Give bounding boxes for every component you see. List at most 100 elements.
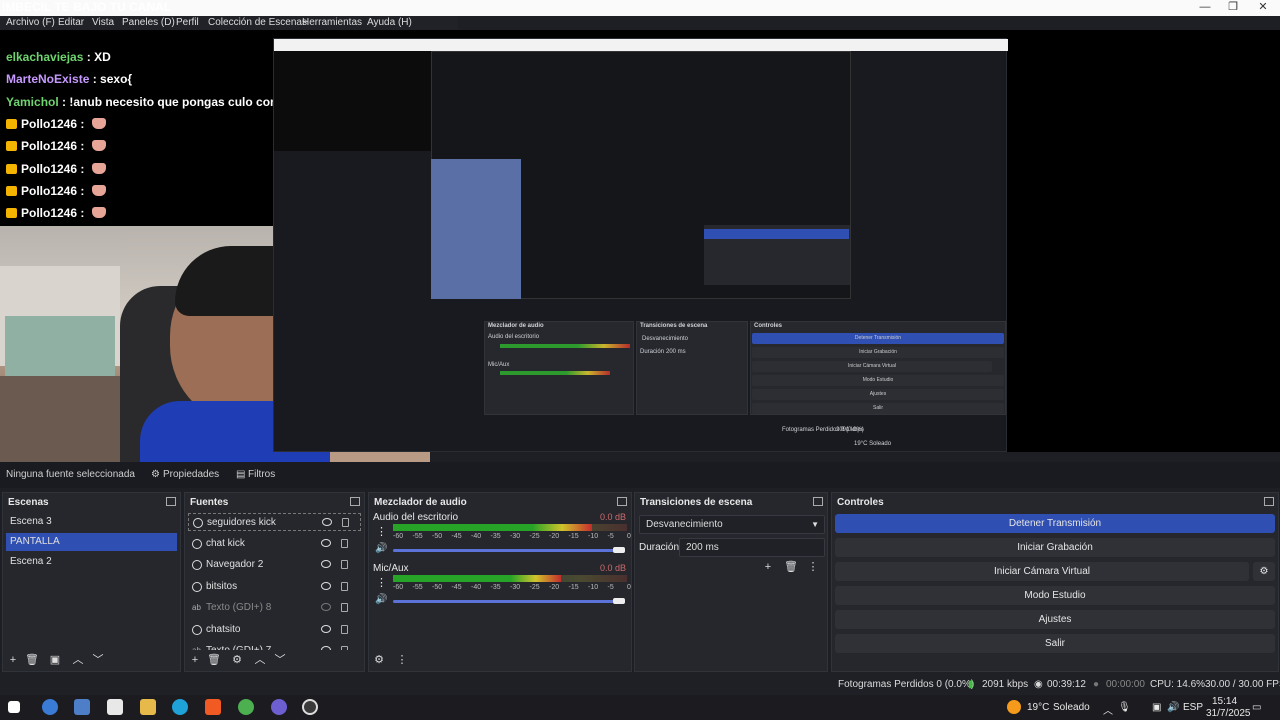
eye-icon[interactable] — [321, 624, 331, 633]
undock-icon[interactable] — [350, 497, 360, 506]
edge-icon[interactable] — [172, 699, 188, 715]
scene-escena-2[interactable]: Escena 2 — [6, 553, 177, 571]
eye-icon[interactable] — [321, 560, 331, 568]
scene-escena-3[interactable]: Escena 3 — [6, 513, 177, 531]
volume-slider[interactable] — [393, 600, 619, 603]
source-item[interactable]: Navegador 2 — [188, 556, 361, 574]
mixer-menu-icon[interactable]: ⋮ — [395, 653, 409, 667]
duration-spinbox[interactable]: 200 ms — [679, 538, 825, 557]
brave-icon[interactable] — [205, 699, 221, 715]
add-transition-icon[interactable]: + — [761, 560, 775, 574]
filters-button[interactable]: Filtros — [248, 469, 275, 480]
language-indicator[interactable]: ESP — [1183, 702, 1203, 713]
menu-coleccion-escenas[interactable]: Colección de Escenas — [208, 17, 307, 28]
volume-slider-knob[interactable] — [613, 547, 625, 553]
source-item[interactable]: chatsito — [188, 621, 361, 639]
transition-menu-icon[interactable]: ⋮ — [806, 560, 820, 574]
scale-tick-label: -30 — [510, 533, 521, 540]
source-item[interactable]: chat kick — [188, 535, 361, 553]
remove-scene-icon[interactable]: 🗑 — [25, 653, 39, 667]
chat-username: MarteNoExiste — [6, 72, 90, 86]
transition-select[interactable]: Desvanecimiento ▼ — [639, 515, 825, 534]
properties-button[interactable]: Propiedades — [163, 469, 219, 480]
chrome-icon[interactable] — [238, 699, 254, 715]
speaker-icon[interactable]: 🔊 — [375, 594, 387, 605]
source-item[interactable]: ab Texto (GDI+) 8 — [188, 599, 361, 617]
app-icon-2[interactable] — [74, 699, 90, 715]
scene-pantalla[interactable]: PANTALLA — [6, 533, 177, 551]
menu-perfil[interactable]: Perfil — [176, 17, 199, 28]
virtual-camera-settings-icon[interactable]: ⚙ — [1253, 562, 1275, 581]
lock-icon[interactable] — [341, 581, 348, 591]
emote-icon — [91, 118, 106, 129]
remove-source-icon[interactable]: 🗑 — [207, 653, 221, 667]
channel-menu-icon[interactable]: ⋮ — [376, 525, 387, 538]
add-source-icon[interactable]: + — [188, 653, 202, 667]
eye-icon[interactable] — [321, 538, 331, 547]
source-item[interactable]: seguidores kick — [188, 513, 361, 531]
stream-preview[interactable]: IMBECIL TE BAJO TU CANAL elkachaviejas :… — [0, 0, 1280, 469]
crown-badge-icon — [6, 119, 17, 129]
lock-icon[interactable] — [341, 560, 348, 569]
volume-icon[interactable]: 🔊 — [1167, 702, 1179, 713]
menu-editar[interactable]: Editar — [58, 17, 84, 28]
add-scene-icon[interactable]: + — [6, 653, 20, 667]
sources-title: Fuentes — [190, 497, 229, 508]
app-icon-3[interactable] — [271, 699, 287, 715]
eye-icon[interactable] — [322, 518, 332, 526]
advanced-audio-icon[interactable]: ⚙ — [372, 653, 386, 667]
menu-archivo[interactable]: Archivo (F) — [6, 17, 55, 28]
move-down-icon[interactable]: ﹀ — [91, 653, 105, 667]
eye-hidden-icon[interactable] — [321, 603, 331, 611]
eye-icon[interactable] — [321, 581, 331, 590]
move-up-icon[interactable]: ︿ — [71, 653, 85, 667]
notifications-icon[interactable]: ▭ — [1252, 702, 1261, 713]
volume-slider-knob[interactable] — [613, 598, 625, 604]
undock-icon[interactable] — [1264, 497, 1274, 506]
scene-label: PANTALLA — [10, 536, 60, 547]
channel-menu-icon[interactable]: ⋮ — [376, 576, 387, 589]
mic-icon[interactable]: 🎙 — [1118, 702, 1131, 713]
network-icon[interactable]: ▣ — [1152, 702, 1161, 713]
menu-ayuda[interactable]: Ayuda (H) — [367, 17, 412, 28]
scale-tick-label: -55 — [412, 584, 423, 591]
browser-icon — [192, 581, 202, 592]
tray-chevron-icon[interactable]: ︿ — [1103, 702, 1113, 717]
obs-icon[interactable] — [302, 699, 318, 715]
lock-icon[interactable] — [341, 603, 348, 612]
studio-mode-button[interactable]: Modo Estudio — [835, 586, 1275, 605]
lock-icon[interactable] — [341, 538, 348, 548]
start-recording-button[interactable]: Iniciar Grabación — [835, 538, 1275, 557]
windows-start-icon[interactable] — [8, 701, 20, 713]
volume-meter — [393, 524, 627, 531]
close-button[interactable]: ✕ — [1248, 0, 1278, 16]
source-item[interactable]: bitsitos — [188, 578, 361, 596]
menu-herramientas[interactable]: Herramientas — [302, 17, 362, 28]
source-properties-icon[interactable]: ⚙ — [230, 653, 244, 667]
start-virtual-camera-button[interactable]: Iniciar Cámara Virtual — [835, 562, 1249, 581]
scenes-dock: Escenas Escena 3 PANTALLA Escena 2 + 🗑 ▣… — [2, 492, 181, 672]
move-down-icon[interactable]: ﹀ — [273, 653, 287, 667]
scene-filters-icon[interactable]: ▣ — [48, 653, 62, 667]
volume-slider[interactable] — [393, 549, 619, 552]
nested-studio: Modo Estudio — [752, 375, 1004, 386]
store-icon[interactable] — [107, 699, 123, 715]
lock-icon[interactable] — [341, 624, 348, 634]
undock-icon[interactable] — [813, 497, 823, 506]
nested-duration-label: Duración — [640, 349, 665, 355]
lock-icon[interactable] — [342, 518, 349, 527]
maximize-button[interactable]: ❐ — [1218, 0, 1248, 16]
stop-streaming-button[interactable]: Detener Transmisión — [835, 514, 1275, 533]
minimize-button[interactable]: — — [1190, 0, 1220, 16]
undock-icon[interactable] — [617, 497, 627, 506]
move-up-icon[interactable]: ︿ — [253, 653, 267, 667]
settings-button[interactable]: Ajustes — [835, 610, 1275, 629]
menu-paneles[interactable]: Paneles (D) — [122, 17, 175, 28]
menu-vista[interactable]: Vista — [92, 17, 114, 28]
exit-button[interactable]: Salir — [835, 634, 1275, 653]
folder-icon[interactable] — [140, 699, 156, 715]
remove-transition-icon[interactable]: 🗑 — [784, 560, 798, 574]
undock-icon[interactable] — [166, 497, 176, 506]
speaker-icon[interactable]: 🔊 — [375, 543, 387, 554]
app-icon-1[interactable] — [42, 699, 58, 715]
